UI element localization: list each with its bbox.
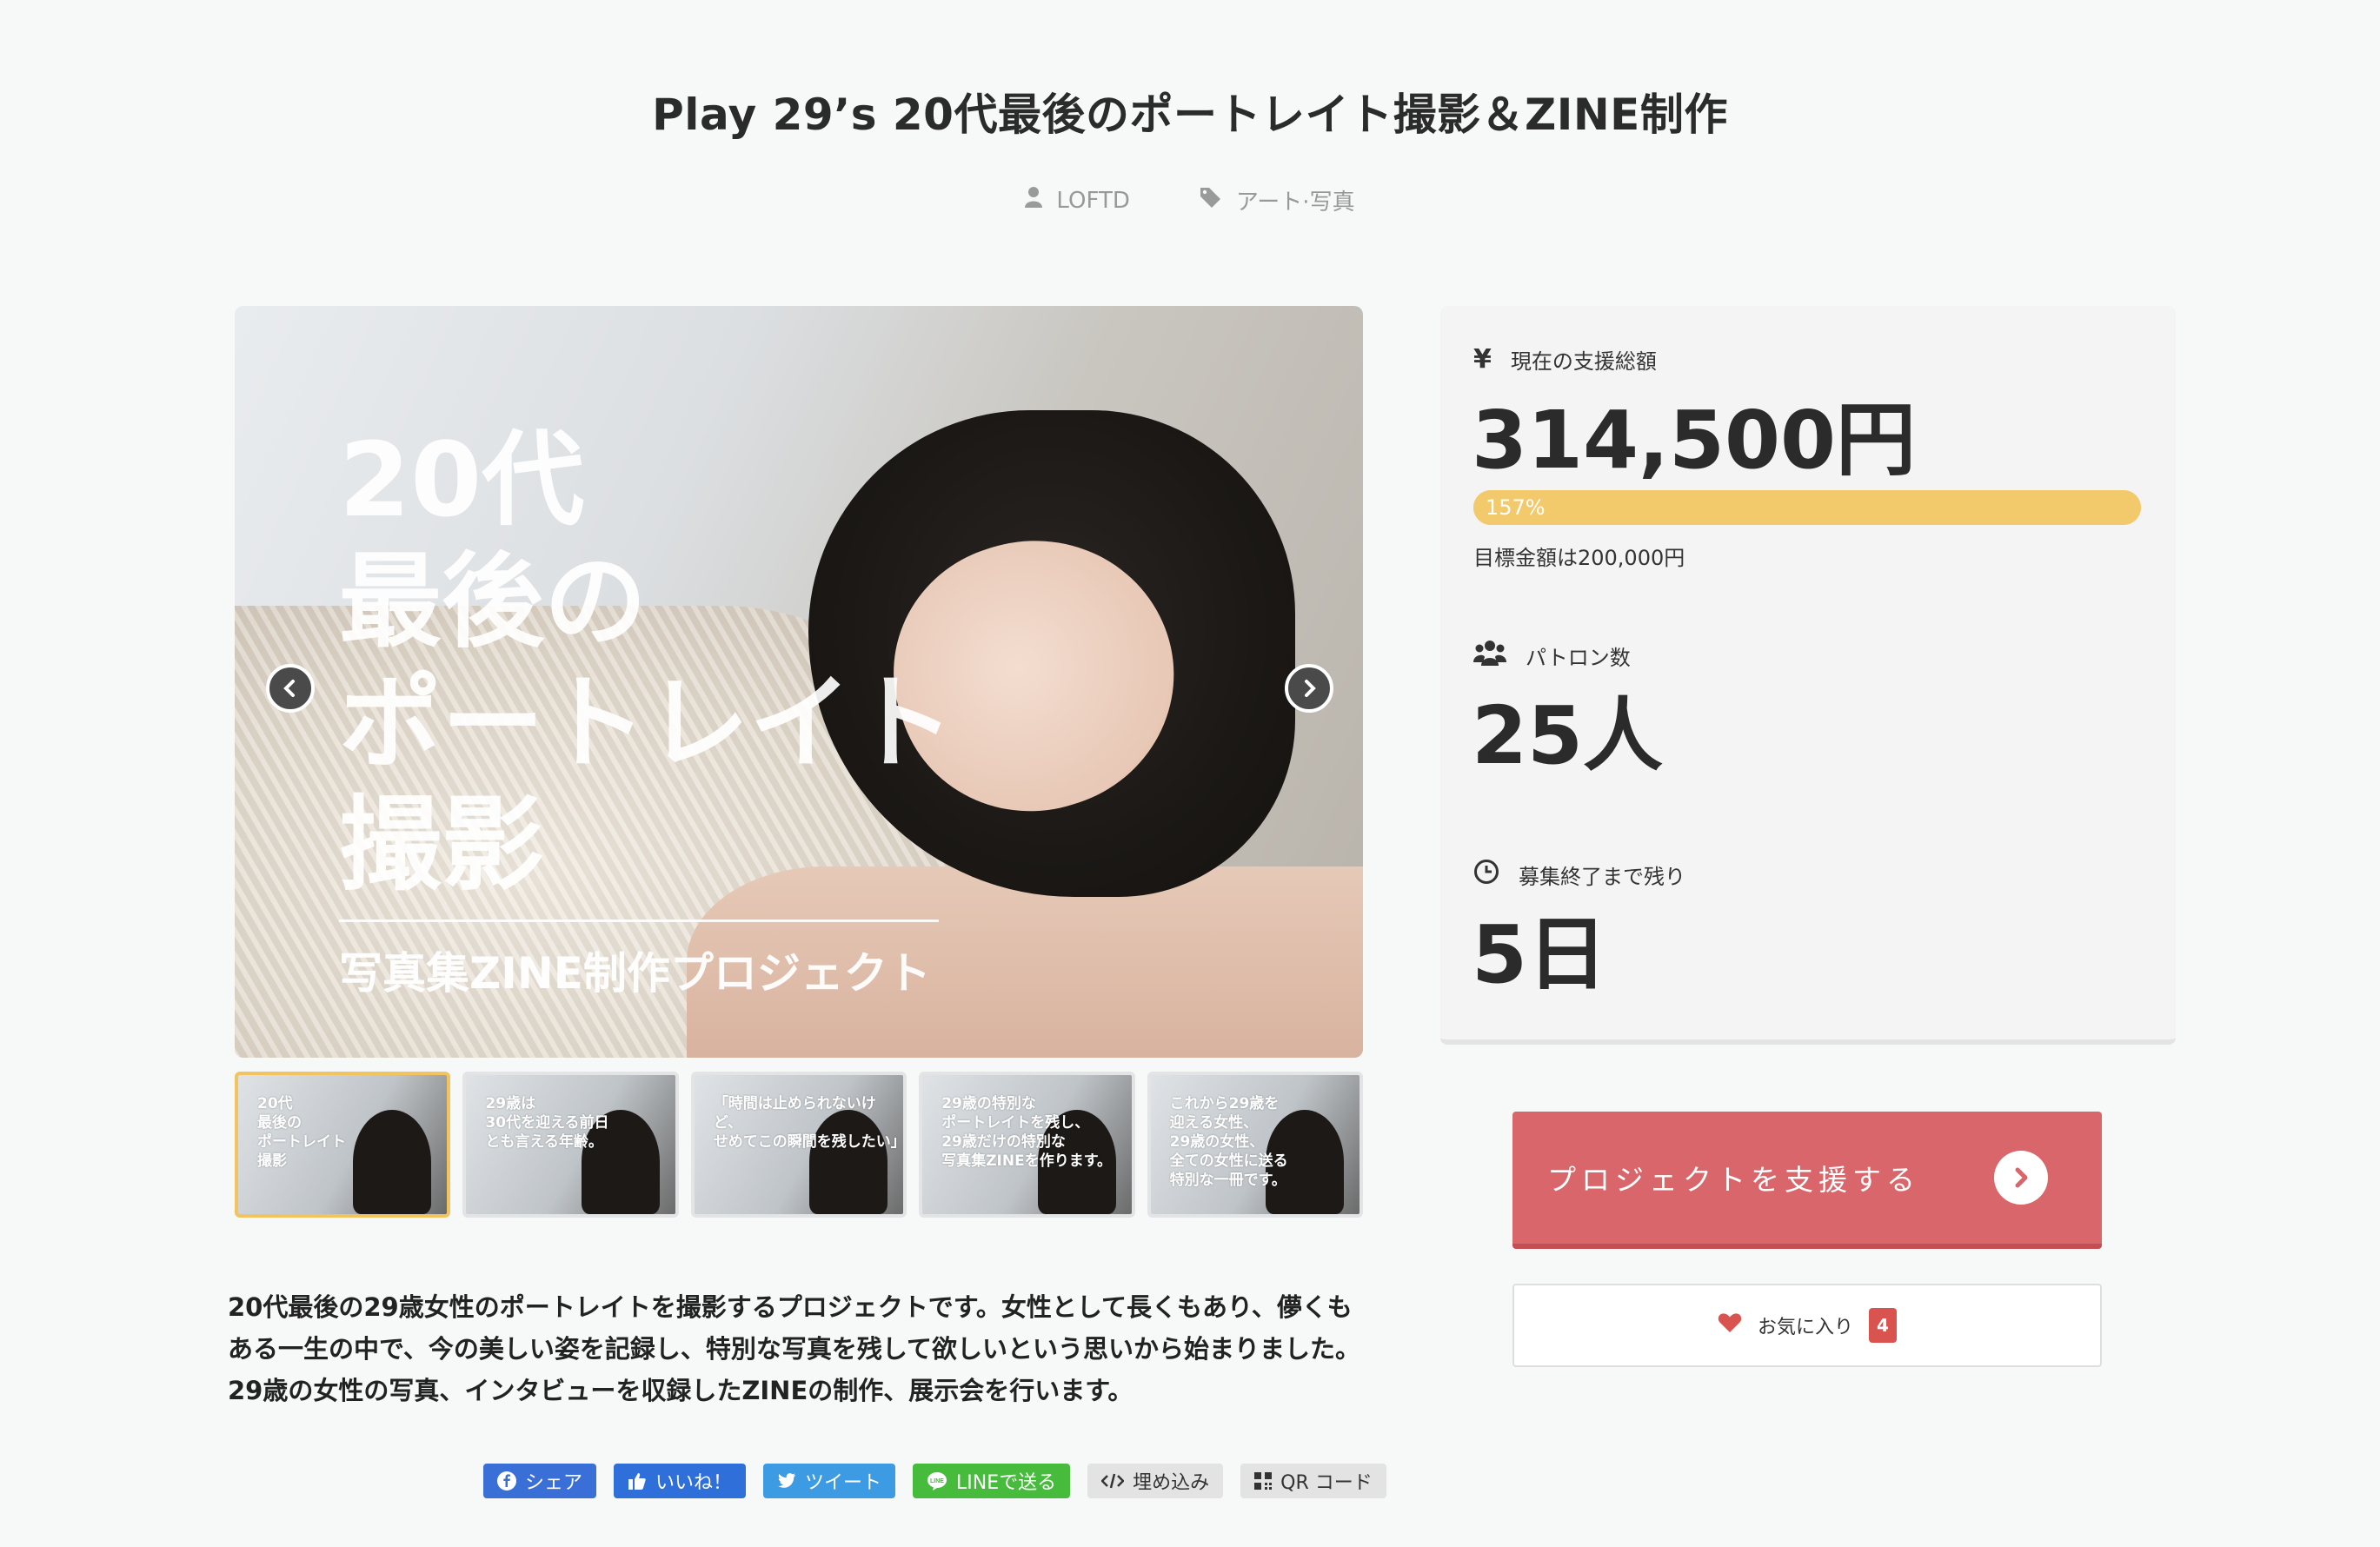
project-description: 20代最後の29歳女性のポートレイトを撮影するプロジェクトです。女性として長くも… [228,1292,1360,1405]
chevron-right-icon [1305,680,1316,697]
facebook-share-label: シェア [525,1472,583,1494]
remaining-time-label: 募集終了まで残り [1473,859,1685,890]
clock-icon [1473,859,1499,890]
heart-icon [1718,1312,1742,1338]
like-button[interactable]: いいね！ [614,1464,747,1498]
thumbnail-5[interactable]: これから29歳を 迎える女性、 29歳の女性、 全ての女性に送る 特別な一冊です… [1147,1072,1364,1218]
total-amount-value: 314,500円 [1472,394,1917,487]
facebook-share-button[interactable]: シェア [483,1464,597,1498]
thumbnail-figure [353,1110,432,1214]
qr-code-icon [1254,1472,1273,1490]
thumbnail-2[interactable]: 29歳は 30代を迎える前日 とも言える年齢。 [462,1072,679,1218]
tag-icon [1200,187,1222,214]
image-headline: 20代 最後の ポートレイト 撮影 [339,420,955,905]
author-link[interactable]: LOFTD [1025,184,1130,216]
next-image-button[interactable] [1285,664,1333,713]
funding-stats-panel: ¥ 現在の支援総額 314,500円 157% 目標金額は200,000円 パト… [1440,306,2176,1045]
prev-image-button[interactable] [266,664,315,713]
chevron-left-icon [283,680,295,697]
thumbnail-caption: 29歳は 30代を迎える前日 とも言える年齢。 [485,1095,609,1151]
patrons-value: 25人 [1472,689,1664,782]
total-amount-label-text: 現在の支援総額 [1510,349,1657,374]
qr-code-button[interactable]: QR コード [1240,1464,1386,1498]
patrons-label-text: パトロン数 [1526,645,1631,670]
category-link[interactable]: アート·写真 [1200,184,1355,216]
main-project-image[interactable]: 20代 最後の ポートレイト 撮影 写真集ZINE制作プロジェクト [235,306,1363,1058]
facebook-icon [497,1471,516,1491]
patrons-label: パトロン数 [1473,640,1631,671]
favorite-label: お気に入り [1757,1317,1853,1338]
support-project-button[interactable]: プロジェクトを支援する [1512,1112,2102,1249]
funding-progress-bar: 157% [1473,490,2141,525]
user-icon [1025,187,1043,214]
qr-code-label: QR コード [1280,1472,1373,1494]
embed-label: 埋め込み [1133,1472,1210,1494]
page-title: Play 29’s 20代最後のポートレイト撮影＆ZINE制作 [652,90,1728,140]
line-icon: LINE [927,1472,947,1491]
category-name: アート·写真 [1235,189,1355,216]
remaining-time-label-text: 募集終了まで残り [1519,864,1685,889]
line-share-label: LINEで送る [956,1472,1057,1494]
image-subtitle: 写真集ZINE制作プロジェクト [339,948,931,999]
favorite-count-badge: 4 [1869,1308,1897,1343]
yen-icon: ¥ [1473,344,1492,375]
thumbnail-1[interactable]: 20代 最後の ポートレイト 撮影 [235,1072,451,1218]
total-amount-label: ¥ 現在の支援総額 [1473,344,1657,375]
project-meta: LOFTD アート·写真 [0,184,2380,216]
line-share-button[interactable]: LINE LINEで送る [913,1464,1071,1498]
project-page: Play 29’s 20代最後のポートレイト撮影＆ZINE制作 LOFTD アー… [0,0,2380,1547]
remaining-time-value: 5日 [1472,908,1608,1001]
svg-text:LINE: LINE [930,1478,944,1484]
thumbnail-caption: これから29歳を 迎える女性、 29歳の女性、 全ての女性に送る 特別な一冊です… [1169,1095,1288,1189]
progress-fill [1473,490,2141,525]
tweet-label: ツイート [805,1472,882,1494]
image-divider [339,920,939,922]
embed-button[interactable]: 埋め込み [1087,1464,1224,1498]
thumbnail-caption: 20代 最後の ポートレイト 撮影 [257,1095,346,1170]
thumbnail-caption: 29歳の特別な ポートレイトを残し、 29歳だけの特別な 写真集ZINEを作りま… [941,1095,1113,1170]
progress-percent: 157% [1486,495,1546,520]
share-bar: シェア いいね！ ツイート LINE LINEで送る 埋め込み QR コード [483,1464,1386,1498]
thumbnail-4[interactable]: 29歳の特別な ポートレイトを残し、 29歳だけの特別な 写真集ZINEを作りま… [919,1072,1135,1218]
twitter-icon [778,1473,796,1488]
like-label: いいね！ [655,1472,733,1494]
support-project-label: プロジェクトを支援する [1547,1163,1920,1197]
tweet-button[interactable]: ツイート [763,1464,896,1498]
code-icon [1101,1473,1125,1489]
chevron-right-circle-icon [1994,1151,2048,1205]
thumbnail-caption: 「時間は止められないけど、 せめてこの瞬間を残したい」 [713,1095,906,1151]
thumbnail-3[interactable]: 「時間は止められないけど、 せめてこの瞬間を残したい」 [690,1072,907,1218]
users-icon [1473,640,1506,671]
favorite-button[interactable]: お気に入り 4 [1512,1284,2102,1367]
author-name: LOFTD [1056,187,1130,214]
goal-amount: 目標金額は200,000円 [1473,546,1685,570]
thumbs-up-icon [628,1473,646,1490]
thumbnail-strip: 20代 最後の ポートレイト 撮影 29歳は 30代を迎える前日 とも言える年齢… [235,1072,1364,1218]
